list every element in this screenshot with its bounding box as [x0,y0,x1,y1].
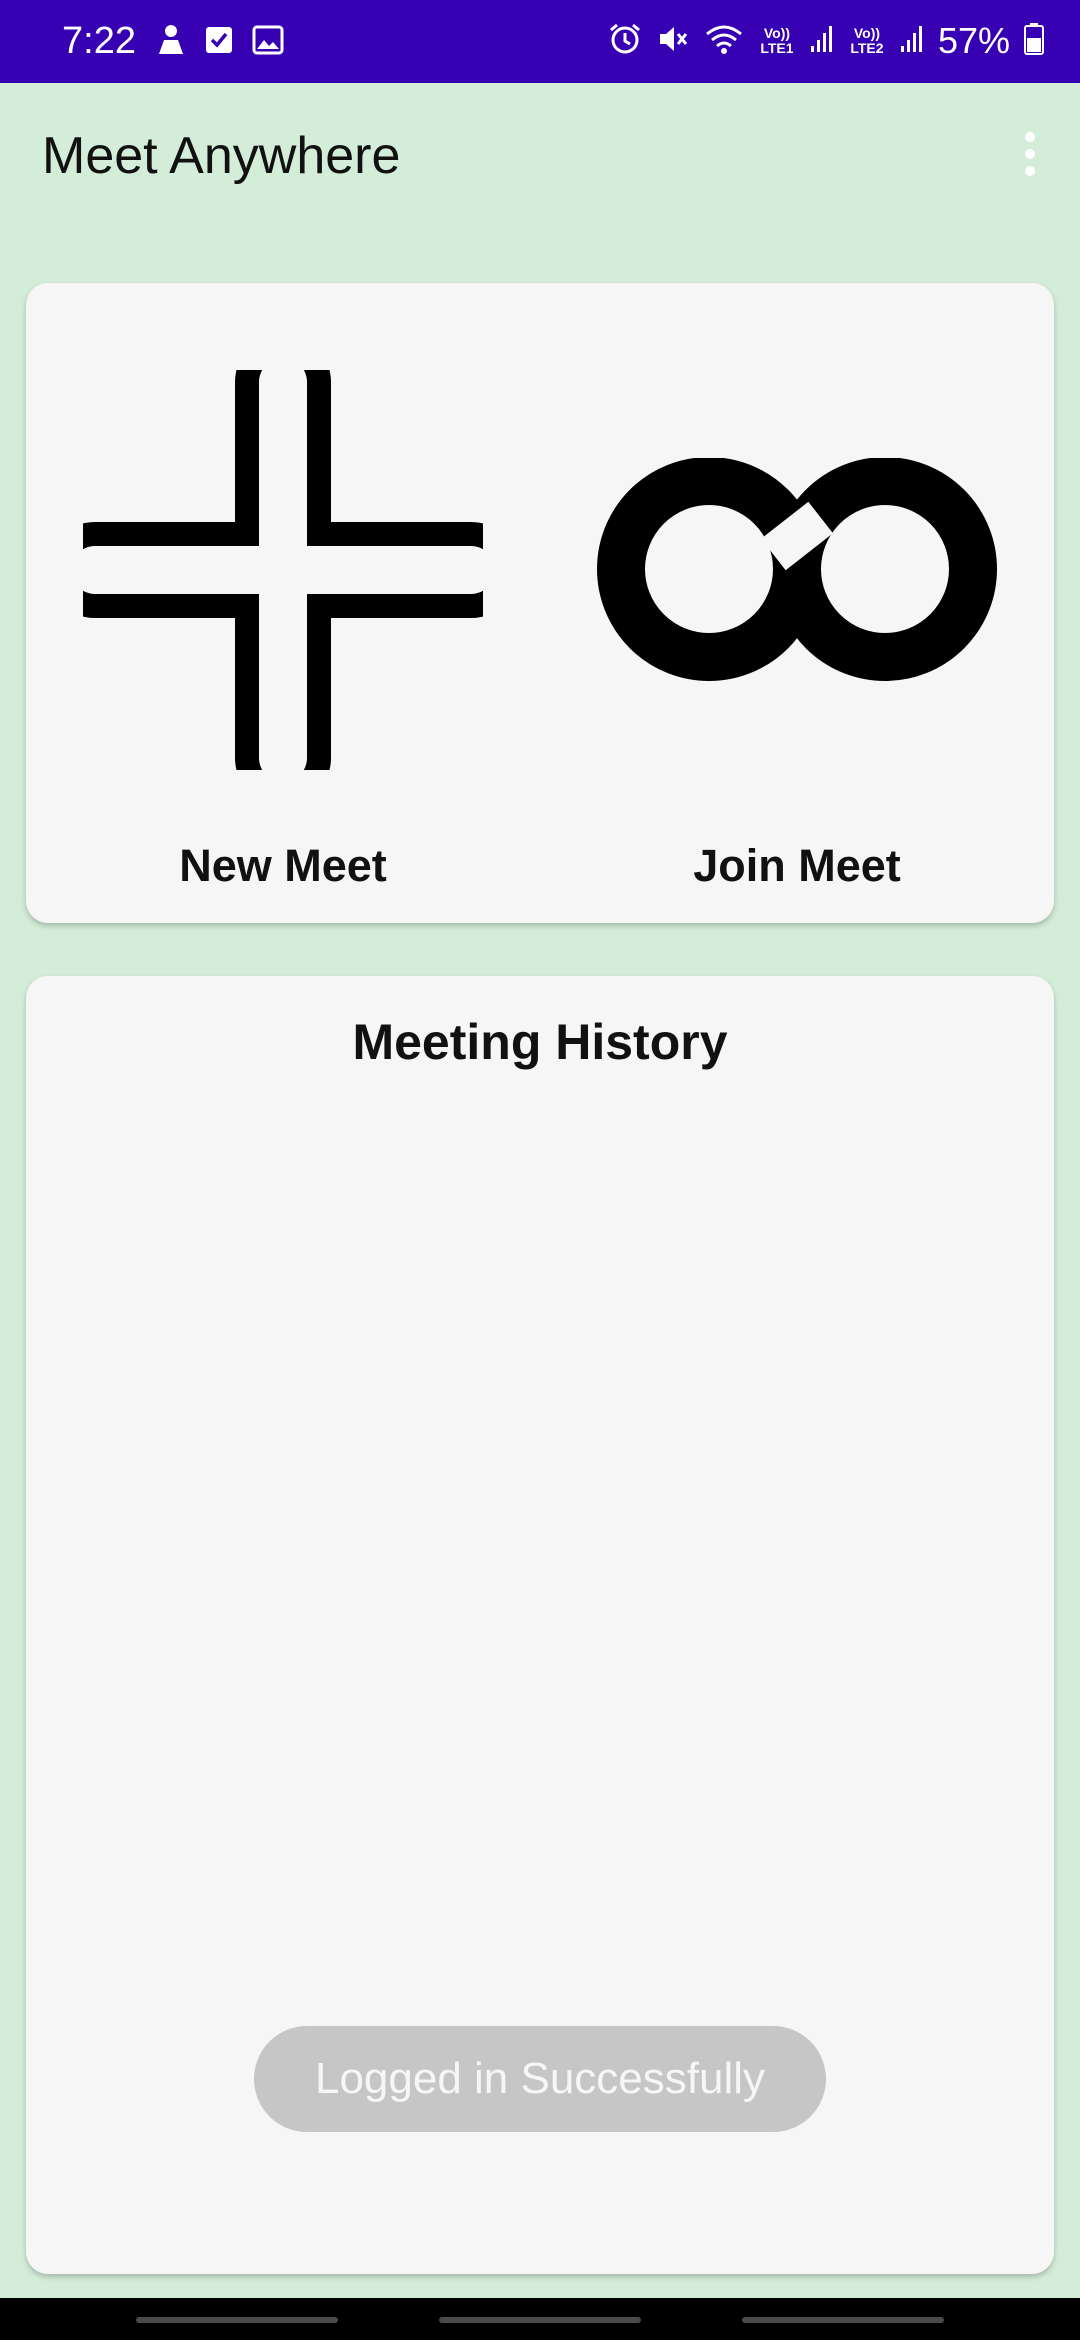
signal-icon [900,24,924,59]
sim2-label: Vo)) LTE2 [850,25,884,56]
status-time: 7:22 [62,20,136,62]
checkbox-icon [204,25,234,60]
status-left-icons [156,24,284,61]
new-meet-label: New Meet [179,840,387,891]
toast-message: Logged in Successfully [254,2026,826,2132]
plus-icon [83,370,483,770]
mute-icon [656,22,690,61]
nav-home-button[interactable] [439,2317,641,2323]
actions-card: New Meet Join Meet [26,283,1054,923]
join-meet-label: Join Meet [693,840,901,891]
sim1-label: Vo)) LTE1 [760,25,794,56]
app-bar: Meet Anywhere [0,83,1080,233]
nav-back-button[interactable] [742,2317,944,2323]
wifi-icon [704,22,744,61]
image-icon [252,25,284,60]
navigation-bar [0,2298,1080,2340]
more-vertical-icon[interactable] [1000,117,1060,191]
app-title: Meet Anywhere [42,127,401,185]
nav-recents-button[interactable] [136,2317,338,2323]
notification-person-icon [156,24,186,61]
battery-percent: 57% [937,20,1010,61]
infinity-icon [597,458,997,681]
join-meet-button[interactable]: Join Meet [540,283,1054,923]
new-meet-button[interactable]: New Meet [26,283,540,923]
signal-icon [810,24,834,59]
alarm-icon [608,22,642,61]
status-bar: 7:22 Vo)) LTE1 Vo)) LTE2 57% [0,0,1080,83]
meeting-history-title: Meeting History [352,1014,728,1070]
battery-icon [1024,22,1044,61]
status-right-icons: Vo)) LTE1 Vo)) LTE2 57% [608,18,1044,64]
